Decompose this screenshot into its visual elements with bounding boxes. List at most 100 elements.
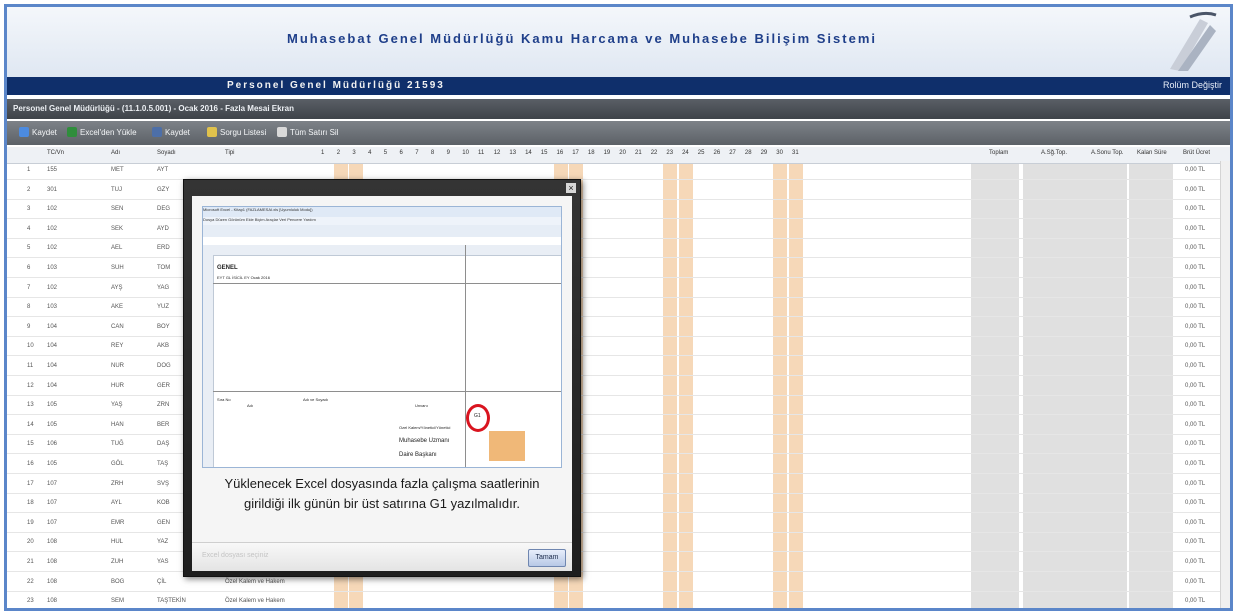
cell-tc[interactable]: 107 — [47, 481, 57, 487]
cell-ad[interactable]: HAN — [111, 422, 124, 428]
cell-soyad[interactable]: YAG — [157, 285, 169, 291]
cell-soyad[interactable]: AYD — [157, 226, 169, 232]
cell-ad[interactable]: BOG — [111, 579, 124, 585]
cell-soyad[interactable]: TAŞTEKİN — [157, 598, 186, 604]
cell-soyad[interactable]: BOY — [157, 324, 170, 330]
print-button[interactable]: Kaydet — [152, 127, 190, 137]
cell-ad[interactable]: REY — [111, 343, 123, 349]
cell-tc[interactable]: 104 — [47, 363, 57, 369]
cell-tc[interactable]: 104 — [47, 343, 57, 349]
cell-soyad[interactable]: SVŞ — [157, 481, 169, 487]
cell-soyad[interactable]: ZRN — [157, 402, 169, 408]
cell-tc[interactable]: 102 — [47, 226, 57, 232]
cell-ad[interactable]: GÖL — [111, 461, 124, 467]
save-button[interactable]: Kaydet — [19, 127, 57, 137]
cell-ad[interactable]: HUR — [111, 383, 124, 389]
cell-brut[interactable]: 0,00 TL — [1185, 324, 1205, 330]
cell-ad[interactable]: HUL — [111, 539, 123, 545]
cell-brut[interactable]: 0,00 TL — [1185, 187, 1205, 193]
cell-ad[interactable]: TUĞ — [111, 441, 124, 447]
cell-ad[interactable]: EMR — [111, 520, 124, 526]
cell-brut[interactable]: 0,00 TL — [1185, 500, 1205, 506]
cell-ad[interactable]: ZUH — [111, 559, 123, 565]
cell-tc[interactable]: 105 — [47, 461, 57, 467]
cell-brut[interactable]: 0,00 TL — [1185, 226, 1205, 232]
cell-tc[interactable]: 102 — [47, 245, 57, 251]
cell-brut[interactable]: 0,00 TL — [1185, 206, 1205, 212]
cell-brut[interactable]: 0,00 TL — [1185, 520, 1205, 526]
query-list-button[interactable]: Sorgu Listesi — [207, 127, 266, 137]
cell-soyad[interactable]: BER — [157, 422, 169, 428]
cell-tc[interactable]: 108 — [47, 579, 57, 585]
cell-tc[interactable]: 105 — [47, 402, 57, 408]
cell-soyad[interactable]: ERD — [157, 245, 170, 251]
delete-all-button[interactable]: Tüm Satırı Sil — [277, 127, 338, 137]
excel-upload-button[interactable]: Excel'den Yükle — [67, 127, 137, 137]
cell-brut[interactable]: 0,00 TL — [1185, 559, 1205, 565]
cell-soyad[interactable]: YUZ — [157, 304, 169, 310]
cell-soyad[interactable]: TAŞ — [157, 461, 168, 467]
cell-tc[interactable]: 108 — [47, 539, 57, 545]
table-row[interactable]: 22 108 BOG ÇİL Özel Kalem ve Hakem 0,00 TL — [7, 575, 1230, 592]
cell-ad[interactable]: NUR — [111, 363, 124, 369]
cell-tc[interactable]: 103 — [47, 265, 57, 271]
cell-brut[interactable]: 0,00 TL — [1185, 363, 1205, 369]
cell-tc[interactable]: 155 — [47, 167, 57, 173]
cell-ad[interactable]: MET — [111, 167, 124, 173]
cell-ad[interactable]: YAŞ — [111, 402, 123, 408]
cell-soyad[interactable]: GZY — [157, 187, 169, 193]
cell-brut[interactable]: 0,00 TL — [1185, 539, 1205, 545]
cell-ad[interactable]: CAN — [111, 324, 124, 330]
cell-tc[interactable]: 107 — [47, 520, 57, 526]
cell-ad[interactable]: TUJ — [111, 187, 122, 193]
cell-tip[interactable]: Özel Kalem ve Hakem — [225, 579, 285, 585]
cell-tc[interactable]: 301 — [47, 187, 57, 193]
cell-soyad[interactable]: ÇİL — [157, 579, 166, 585]
cell-tc[interactable]: 104 — [47, 324, 57, 330]
role-change-link[interactable]: Rolüm Değiştir — [1163, 80, 1222, 90]
cell-soyad[interactable]: GER — [157, 383, 170, 389]
cell-tc[interactable]: 108 — [47, 559, 57, 565]
cell-brut[interactable]: 0,00 TL — [1185, 441, 1205, 447]
cell-ad[interactable]: AKE — [111, 304, 123, 310]
cell-brut[interactable]: 0,00 TL — [1185, 343, 1205, 349]
cell-brut[interactable]: 0,00 TL — [1185, 579, 1205, 585]
cell-tc[interactable]: 106 — [47, 441, 57, 447]
cell-soyad[interactable]: YAS — [157, 559, 169, 565]
cell-brut[interactable]: 0,00 TL — [1185, 245, 1205, 251]
cell-tc[interactable]: 104 — [47, 383, 57, 389]
cell-tc[interactable]: 103 — [47, 304, 57, 310]
cell-ad[interactable]: ZRH — [111, 481, 123, 487]
cell-soyad[interactable]: DAŞ — [157, 441, 169, 447]
cell-tc[interactable]: 102 — [47, 285, 57, 291]
cell-tc[interactable]: 102 — [47, 206, 57, 212]
close-icon[interactable]: × — [566, 183, 576, 193]
vertical-scrollbar[interactable] — [1220, 161, 1230, 608]
cell-soyad[interactable]: AKB — [157, 343, 169, 349]
cell-soyad[interactable]: YAZ — [157, 539, 168, 545]
cell-brut[interactable]: 0,00 TL — [1185, 167, 1205, 173]
cell-ad[interactable]: AYL — [111, 500, 122, 506]
cell-brut[interactable]: 0,00 TL — [1185, 481, 1205, 487]
cell-soyad[interactable]: TOM — [157, 265, 170, 271]
cell-soyad[interactable]: DEG — [157, 206, 170, 212]
cell-ad[interactable]: SEN — [111, 206, 123, 212]
cell-tc[interactable]: 107 — [47, 500, 57, 506]
cell-brut[interactable]: 0,00 TL — [1185, 598, 1205, 604]
cell-brut[interactable]: 0,00 TL — [1185, 265, 1205, 271]
cell-brut[interactable]: 0,00 TL — [1185, 402, 1205, 408]
cell-ad[interactable]: AYŞ — [111, 285, 123, 291]
cell-soyad[interactable]: GEN — [157, 520, 170, 526]
cell-brut[interactable]: 0,00 TL — [1185, 422, 1205, 428]
cell-brut[interactable]: 0,00 TL — [1185, 285, 1205, 291]
cell-tip[interactable]: Özel Kalem ve Hakem — [225, 598, 285, 604]
cell-ad[interactable]: SEK — [111, 226, 123, 232]
cell-brut[interactable]: 0,00 TL — [1185, 383, 1205, 389]
cell-soyad[interactable]: DOG — [157, 363, 171, 369]
cell-ad[interactable]: SEM — [111, 598, 124, 604]
cell-soyad[interactable]: KOB — [157, 500, 170, 506]
cell-soyad[interactable]: AYT — [157, 167, 168, 173]
cell-brut[interactable]: 0,00 TL — [1185, 461, 1205, 467]
cell-ad[interactable]: SUH — [111, 265, 124, 271]
cell-brut[interactable]: 0,00 TL — [1185, 304, 1205, 310]
